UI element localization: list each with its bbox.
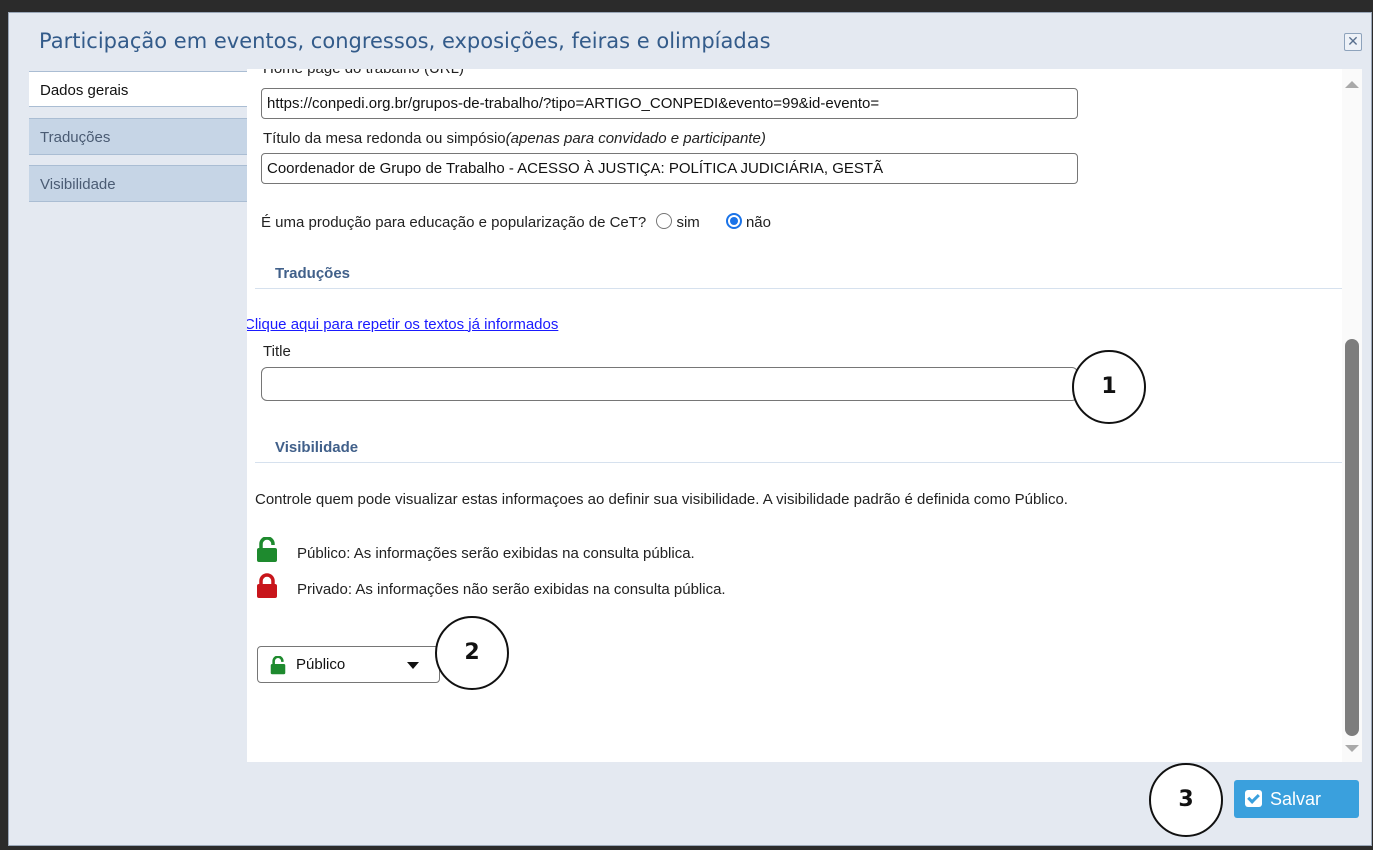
save-button-label: Salvar	[1270, 789, 1322, 809]
callout-1: 1	[1072, 350, 1146, 424]
visibility-select-value: Público	[296, 656, 346, 673]
section-divider	[255, 462, 1342, 463]
scroll-down-icon[interactable]	[1345, 745, 1359, 752]
radio-sim[interactable]	[656, 213, 673, 229]
scroll-thumb[interactable]	[1345, 339, 1359, 736]
public-info: Público: As informações serão exibidas n…	[297, 545, 695, 562]
tab-traducoes[interactable]: Traduções	[29, 118, 247, 155]
callout-2: 2	[435, 616, 509, 690]
tab-visibilidade[interactable]: Visibilidade	[29, 165, 247, 202]
save-button[interactable]: Salvar	[1234, 780, 1359, 818]
title-label: Title	[263, 343, 291, 360]
repeat-texts-link-2[interactable]: já informados	[468, 316, 558, 333]
form-content: Home page do trabalho (URL) https://conp…	[247, 69, 1342, 762]
translation-title-input[interactable]	[261, 367, 1078, 401]
dialog-window: Participação em eventos, congressos, exp…	[8, 12, 1372, 846]
visibility-description: Controle quem pode visualizar estas info…	[255, 491, 1068, 508]
chevron-down-icon	[407, 662, 419, 669]
traducoes-heading: Traduções	[275, 265, 351, 282]
visibilidade-heading: Visibilidade	[275, 439, 359, 456]
educacao-question: É uma produção para educação e populariz…	[261, 214, 647, 231]
visibility-select[interactable]: Público	[257, 646, 440, 683]
scroll-up-icon[interactable]	[1345, 81, 1359, 88]
dialog-title: Participação em eventos, congressos, exp…	[39, 29, 771, 53]
radio-nao[interactable]	[725, 213, 742, 229]
locked-icon	[257, 573, 277, 598]
scrollbar[interactable]	[1342, 69, 1362, 762]
repeat-texts-link[interactable]: Clique aqui para repetir os textos já in…	[247, 316, 558, 333]
callout-3: 3	[1149, 763, 1223, 837]
tab-list: Dados gerais Traduções Visibilidade	[29, 71, 247, 212]
mesa-title-input[interactable]: Coordenador de Grupo de Trabalho - ACESS…	[261, 153, 1078, 184]
educacao-row: É uma produção para educação e populariz…	[261, 213, 771, 231]
unlocked-icon	[257, 537, 277, 562]
close-icon[interactable]: ✕	[1344, 33, 1362, 51]
mesa-label-note: (apenas para convidado e participante)	[505, 130, 766, 147]
mesa-label: Título da mesa redonda ou simpósio(apena…	[263, 130, 766, 147]
homepage-label: Home page do trabalho (URL)	[263, 69, 464, 77]
check-icon	[1245, 790, 1262, 807]
tab-dados-gerais[interactable]: Dados gerais	[29, 71, 247, 107]
private-info: Privado: As informações não serão exibid…	[297, 581, 726, 598]
unlocked-icon	[270, 656, 286, 675]
radio-nao-label[interactable]: não	[746, 214, 771, 231]
radio-sim-label[interactable]: sim	[676, 214, 699, 231]
section-divider	[255, 288, 1342, 289]
homepage-url-input[interactable]: https://conpedi.org.br/grupos-de-trabalh…	[261, 88, 1078, 119]
